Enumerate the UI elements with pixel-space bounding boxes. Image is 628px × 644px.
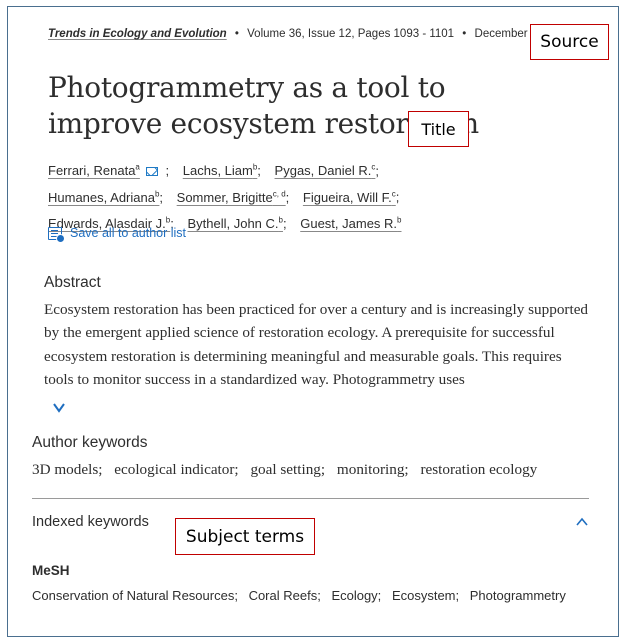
author-name: Sommer, Brigitte: [176, 189, 273, 205]
affiliation-mark: a: [135, 163, 140, 172]
author-keyword: 3D models;: [32, 461, 103, 478]
save-all-label: Save all to author list: [70, 226, 187, 240]
annotation-title: Title: [408, 111, 469, 147]
author-link[interactable]: Guest, James R.b: [300, 216, 401, 231]
separator-dot: •: [462, 28, 467, 40]
mesh-terms-list: Conservation of Natural Resources; Coral…: [32, 588, 573, 603]
author-link[interactable]: Sommer, Brigittec, d: [176, 189, 286, 205]
annotation-subject-terms: Subject terms: [175, 518, 315, 555]
mesh-term: Conservation of Natural Resources;: [32, 588, 238, 603]
author-link[interactable]: Humanes, Adrianab: [48, 189, 159, 205]
annotation-source: Source: [530, 24, 609, 60]
mesh-term: Ecosystem;: [391, 588, 460, 603]
author-separator: ;: [285, 189, 290, 205]
save-all-to-author-list-button[interactable]: Save all to author list: [48, 226, 187, 243]
author-separator: ;: [375, 163, 379, 179]
author-separator: ;: [395, 189, 400, 205]
author-link[interactable]: Lachs, Liamb: [183, 163, 258, 178]
journal-link[interactable]: Trends in Ecology and Evolution: [48, 28, 227, 40]
section-divider: [32, 498, 589, 499]
mesh-term: Ecology;: [331, 588, 382, 603]
mail-icon[interactable]: [145, 167, 158, 177]
author-separator: ;: [165, 163, 170, 179]
author-name: Guest, James R.: [300, 215, 398, 231]
author-name: Pygas, Daniel R.: [274, 163, 372, 179]
abstract-text: Ecosystem restoration has been practiced…: [44, 301, 589, 388]
author-separator: ;: [159, 189, 164, 205]
affiliation-mark: b: [397, 215, 402, 225]
chevron-up-icon[interactable]: [575, 516, 589, 528]
affiliation-mark: c, d: [272, 189, 286, 199]
source-line: Trends in Ecology and Evolution • Volume…: [48, 28, 556, 40]
author-keywords-heading: Author keywords: [32, 434, 148, 451]
author-keyword: monitoring;: [336, 461, 409, 478]
author-name: Bythell, John C.: [187, 215, 279, 231]
author-row: Ferrari, Renataa ; Lachs, Liamb; Pygas, …: [48, 156, 468, 182]
author-list-icon: [48, 226, 65, 243]
author-link[interactable]: Figueira, Will F.c: [302, 189, 396, 205]
author-keyword: restoration ecology: [420, 461, 538, 478]
author-keyword: goal setting;: [250, 461, 326, 478]
author-keyword: ecological indicator;: [114, 461, 239, 478]
abstract-heading: Abstract: [44, 274, 101, 291]
author-separator: ;: [257, 163, 261, 179]
author-link[interactable]: Pygas, Daniel R.c: [275, 163, 376, 178]
separator-dot: •: [234, 28, 239, 40]
document-title: Photogrammetry as a tool to improve ecos…: [48, 71, 479, 140]
indexed-keywords-heading[interactable]: Indexed keywords: [32, 514, 149, 530]
author-link[interactable]: Bythell, John C.b: [187, 216, 283, 231]
author-name: Figueira, Will F.: [302, 189, 392, 205]
author-keywords-list: 3D models; ecological indicator; goal se…: [32, 461, 545, 479]
author-list: Ferrari, Renataa ; Lachs, Liamb; Pygas, …: [48, 156, 468, 235]
volume-info: Volume 36, Issue 12, Pages 1093 - 1101: [247, 28, 455, 40]
chevron-down-icon[interactable]: [52, 400, 66, 414]
author-row: Humanes, Adrianab; Sommer, Brigittec, d;…: [48, 182, 468, 208]
author-name: Humanes, Adriana: [48, 189, 155, 205]
author-separator: ;: [282, 215, 287, 231]
mesh-term: Photogrammetry: [469, 588, 566, 603]
author-name: Lachs, Liam: [182, 163, 253, 179]
mesh-heading: MeSH: [32, 563, 70, 578]
author-name: Ferrari, Renata: [48, 163, 136, 179]
author-link[interactable]: Ferrari, Renataa: [48, 163, 140, 178]
mesh-term: Coral Reefs;: [248, 588, 321, 603]
